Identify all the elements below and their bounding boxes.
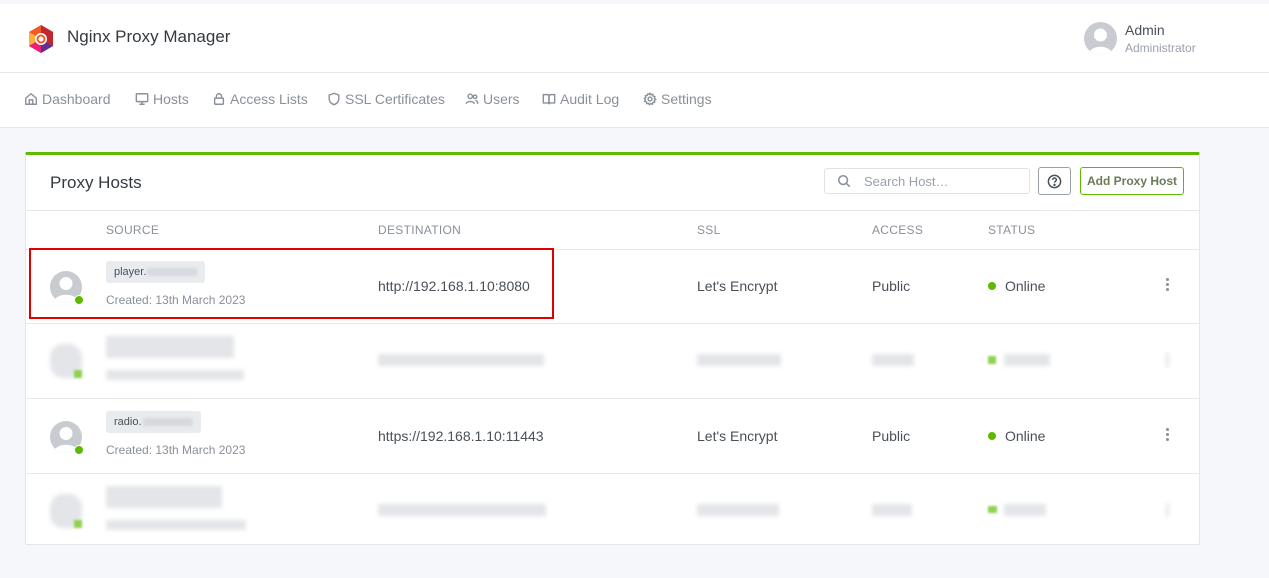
ssl: Let's Encrypt bbox=[697, 278, 778, 294]
app-logo-icon bbox=[29, 25, 53, 53]
row-menu-icon[interactable] bbox=[1166, 428, 1170, 442]
redacted-text bbox=[142, 418, 193, 427]
ssl: Let's Encrypt bbox=[697, 428, 778, 444]
nav-label: Dashboard bbox=[42, 91, 111, 107]
status: Online bbox=[988, 428, 1045, 444]
redacted-text bbox=[378, 354, 544, 366]
search-input[interactable] bbox=[864, 172, 1024, 190]
nav-settings[interactable]: Settings bbox=[643, 91, 712, 107]
nav-label: Audit Log bbox=[560, 91, 620, 107]
host-avatar bbox=[50, 421, 84, 455]
status-text: Online bbox=[1005, 278, 1046, 294]
redacted-text bbox=[872, 504, 912, 516]
redacted-text bbox=[106, 336, 234, 358]
nav-label: Settings bbox=[661, 91, 712, 107]
nav-label: Access Lists bbox=[230, 91, 308, 107]
table-row[interactable]: radio. Created: 13th March 2023 https://… bbox=[26, 399, 1199, 474]
row-menu-icon[interactable] bbox=[1166, 353, 1169, 367]
column-header-source[interactable]: SOURCE bbox=[106, 223, 159, 237]
shield-icon bbox=[328, 92, 340, 106]
online-indicator bbox=[74, 520, 82, 528]
status-text: Online bbox=[1005, 428, 1046, 444]
status-dot bbox=[988, 506, 997, 513]
help-icon bbox=[1047, 174, 1062, 188]
header: Nginx Proxy Manager Admin Administrator bbox=[0, 4, 1269, 73]
home-icon bbox=[25, 92, 37, 105]
search-box[interactable] bbox=[824, 168, 1030, 194]
status: Online bbox=[988, 278, 1045, 294]
table-row-redacted[interactable] bbox=[26, 474, 1199, 548]
redacted-text bbox=[106, 520, 246, 530]
redacted-text bbox=[697, 354, 781, 366]
access: Public bbox=[872, 278, 911, 294]
nav-label: Hosts bbox=[153, 91, 189, 107]
destination: https://192.168.1.10:11443 bbox=[378, 428, 544, 444]
add-proxy-host-button[interactable]: Add Proxy Host bbox=[1080, 167, 1184, 195]
row-menu-icon[interactable] bbox=[1166, 503, 1169, 517]
domain-tag[interactable]: radio. bbox=[106, 411, 201, 433]
monitor-icon bbox=[135, 93, 149, 105]
table-header: SOURCE DESTINATION SSL ACCESS STATUS bbox=[26, 210, 1199, 250]
card-title: Proxy Hosts bbox=[50, 173, 142, 192]
column-header-ssl[interactable]: SSL bbox=[697, 223, 721, 237]
app-title: Nginx Proxy Manager bbox=[67, 27, 231, 46]
book-icon bbox=[542, 93, 556, 105]
nav-dashboard[interactable]: Dashboard bbox=[24, 91, 111, 107]
highlight-box bbox=[29, 248, 554, 319]
nav-ssl-certificates[interactable]: SSL Certificates bbox=[327, 91, 445, 107]
domain-name: radio. bbox=[114, 416, 142, 428]
proxy-hosts-card: Proxy Hosts Add Proxy Host SOURCE DESTIN… bbox=[25, 152, 1200, 545]
status-dot bbox=[988, 356, 996, 364]
nav-label: SSL Certificates bbox=[345, 91, 445, 107]
online-indicator bbox=[74, 370, 82, 378]
row-menu-icon[interactable] bbox=[1166, 278, 1170, 292]
user-name[interactable]: Admin bbox=[1125, 22, 1165, 38]
nav-users[interactable]: Users bbox=[465, 91, 520, 107]
redacted-text bbox=[1004, 504, 1046, 516]
help-button[interactable] bbox=[1038, 167, 1071, 195]
online-indicator bbox=[74, 445, 84, 455]
redacted-text bbox=[378, 504, 546, 516]
column-header-status[interactable]: STATUS bbox=[988, 223, 1035, 237]
redacted-text bbox=[1004, 354, 1050, 366]
nav-access-lists[interactable]: Access Lists bbox=[212, 91, 308, 107]
table-row-redacted[interactable] bbox=[26, 324, 1199, 399]
column-header-access[interactable]: ACCESS bbox=[872, 223, 923, 237]
redacted-text bbox=[697, 504, 779, 516]
redacted-text bbox=[106, 486, 222, 508]
user-role: Administrator bbox=[1125, 41, 1196, 55]
column-header-destination[interactable]: DESTINATION bbox=[378, 223, 461, 237]
main-nav: Dashboard Hosts Access Lists SSL Certifi… bbox=[0, 73, 1269, 128]
redacted-text bbox=[872, 354, 914, 366]
search-icon bbox=[837, 174, 851, 188]
nav-hosts[interactable]: Hosts bbox=[135, 91, 189, 107]
redacted-text bbox=[106, 370, 244, 380]
lock-icon bbox=[213, 93, 225, 105]
access: Public bbox=[872, 428, 911, 444]
status-dot bbox=[988, 282, 996, 291]
nav-audit-log[interactable]: Audit Log bbox=[542, 91, 619, 107]
user-avatar[interactable] bbox=[1084, 22, 1117, 55]
created-date: Created: 13th March 2023 bbox=[106, 443, 246, 457]
gear-icon bbox=[643, 92, 657, 106]
users-icon bbox=[465, 93, 479, 105]
nav-label: Users bbox=[483, 91, 520, 107]
status-dot bbox=[988, 432, 996, 441]
